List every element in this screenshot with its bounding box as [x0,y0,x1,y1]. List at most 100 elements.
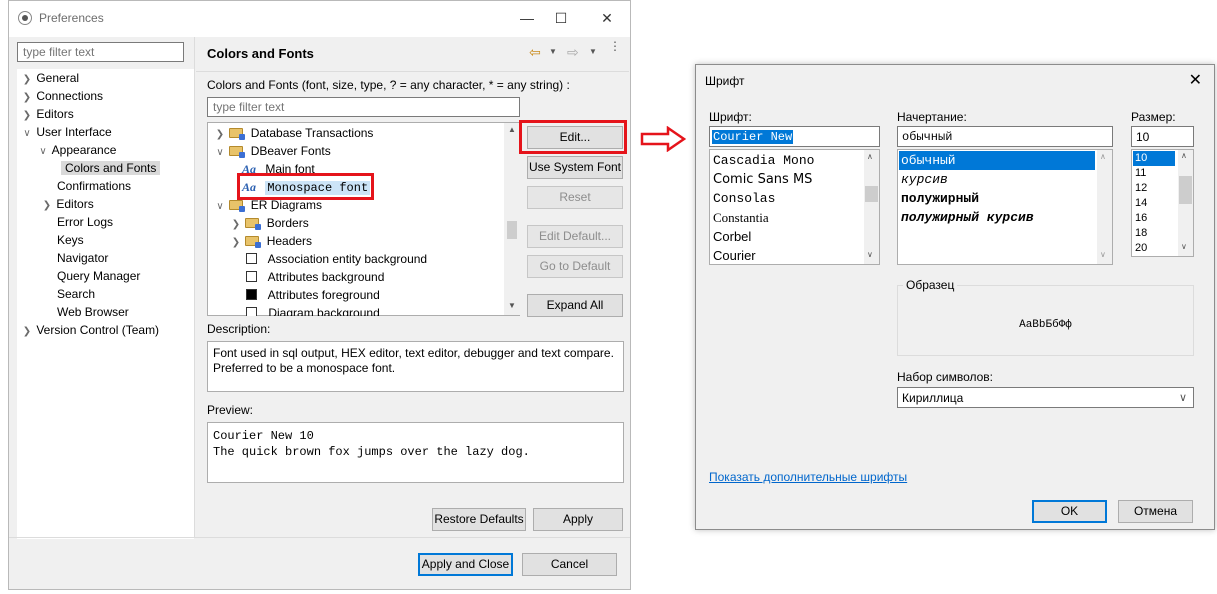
chevron-down-icon[interactable]: ∨ [1179,391,1187,404]
size-input[interactable]: 10 [1131,126,1194,147]
font-list[interactable]: Cascadia Mono Comic Sans MS Consolas Con… [709,149,880,265]
scroll-up-icon[interactable]: ∧ [1100,152,1106,161]
scroll-down-icon[interactable]: ∨ [1100,250,1106,259]
scroll-thumb[interactable] [1179,176,1192,204]
list-item[interactable]: 12 [1133,181,1147,196]
cancel-button[interactable]: Cancel [522,553,617,576]
scroll-up-icon[interactable]: ∧ [867,152,873,161]
style-list-scrollbar[interactable]: ∧ ∨ [1097,150,1112,264]
list-item[interactable]: 16 [1133,211,1147,226]
highlight-box [519,120,627,154]
scroll-thumb[interactable] [865,186,878,202]
list-item[interactable]: Cascadia Mono [711,151,814,170]
apply-button[interactable]: Apply [533,508,623,531]
color-swatch [246,307,257,316]
tree-item-error-logs[interactable]: Error Logs [57,213,113,231]
maximize-icon[interactable]: ☐ [548,7,574,29]
cancel-button[interactable]: Отмена [1118,500,1193,523]
sample-text: AaBbБбФф [1019,319,1072,331]
ok-button[interactable]: OK [1032,500,1107,523]
tree-filter-input[interactable] [17,42,184,62]
list-item[interactable]: 20 [1133,241,1147,256]
tree-item-ui-editors[interactable]: ❯ Editors [41,195,94,213]
chevron-down-icon[interactable]: ∨ [21,125,33,143]
list-item[interactable]: Corbel [711,227,751,246]
close-icon[interactable]: ✕ [1189,70,1202,90]
font-tree-item[interactable]: ❯ Database Transactions [214,124,373,142]
list-item[interactable]: полужирный [899,189,979,208]
tree-item-appearance[interactable]: ∨ Appearance [37,141,116,159]
apply-and-close-button[interactable]: Apply and Close [418,553,513,576]
red-arrow-icon [640,126,686,152]
tree-item-search[interactable]: Search [57,285,95,303]
list-item[interactable]: Comic Sans MS [711,170,812,189]
scroll-up-icon[interactable]: ∧ [1181,151,1187,160]
back-dropdown-icon[interactable]: ▼ [549,47,557,56]
list-item[interactable]: 18 [1133,226,1147,241]
scroll-thumb[interactable] [507,221,517,239]
chevron-right-icon[interactable]: ❯ [230,234,242,252]
list-item[interactable]: Consolas [711,189,775,208]
folder-icon [245,218,262,230]
charset-select[interactable]: Кириллица ∨ [897,387,1194,408]
font-tree-item[interactable]: ❯ Borders [230,214,309,232]
scroll-down-icon[interactable]: ∨ [1181,242,1187,251]
chevron-down-icon[interactable]: ∨ [37,143,49,161]
view-menu-icon[interactable]: ⋮ [609,40,621,52]
tree-item-editors[interactable]: ❯ Editors [21,105,74,123]
scroll-down-icon[interactable]: ▼ [508,301,516,310]
font-tree-item[interactable]: ∨ DBeaver Fonts [214,142,331,160]
list-item[interactable]: 11 [1133,166,1146,181]
size-list-scrollbar[interactable]: ∧ ∨ [1178,150,1193,256]
tree-item-colors-and-fonts[interactable]: Colors and Fonts [61,159,161,177]
style-list[interactable]: обычный курсив полужирный полужирный кур… [897,149,1113,265]
tree-item-navigator[interactable]: Navigator [57,249,108,267]
list-item[interactable]: Courier [711,246,756,264]
show-more-fonts-link[interactable]: Показать дополнительные шрифты [709,470,907,484]
close-icon[interactable]: ✕ [594,7,620,29]
expand-all-button[interactable]: Expand All [527,294,623,317]
chevron-down-icon[interactable]: ∨ [214,144,226,162]
header-divider [196,71,629,72]
font-list-scrollbar[interactable]: ∧ ∨ [864,150,879,264]
size-list[interactable]: 10 11 12 14 16 18 20 ∧ ∨ [1131,149,1194,257]
fonts-filter-input[interactable] [207,97,520,117]
chevron-down-icon[interactable]: ∨ [214,198,226,216]
tree-item-connections[interactable]: ❯ Connections [21,87,103,105]
dialog-title: Шрифт [705,74,745,88]
scroll-up-icon[interactable]: ▲ [508,125,516,134]
reset-button[interactable]: Reset [527,186,623,209]
font-tree-item[interactable]: Attributes background [246,268,384,286]
tree-item-confirmations[interactable]: Confirmations [57,177,131,195]
font-tree-scrollbar[interactable]: ▲ ▼ [504,123,520,315]
font-tree-item[interactable]: Attributes foreground [246,286,380,304]
use-system-font-button[interactable]: Use System Font [527,156,623,179]
list-item[interactable]: 10 [1133,151,1175,166]
back-arrow-icon[interactable]: ⇦ [529,44,541,61]
tree-item-query-manager[interactable]: Query Manager [57,267,140,285]
list-item[interactable]: курсив [899,170,948,189]
tree-item-general[interactable]: ❯ General [21,69,79,87]
forward-arrow-icon[interactable]: ⇨ [567,44,579,61]
chevron-right-icon[interactable]: ❯ [21,323,33,341]
list-item[interactable]: 14 [1133,196,1147,211]
minimize-icon[interactable]: — [514,7,540,29]
tree-item-keys[interactable]: Keys [57,231,84,249]
font-tree-item[interactable]: Diagram background [246,304,380,316]
scroll-down-icon[interactable]: ∨ [867,250,873,259]
font-name-input[interactable]: Courier New [709,126,880,147]
font-tree-item[interactable]: Association entity background [246,250,427,268]
style-input[interactable]: обычный [897,126,1113,147]
tree-item-user-interface[interactable]: ∨ User Interface [21,123,111,143]
font-tree-item[interactable]: ❯ Headers [230,232,312,250]
chevron-right-icon[interactable]: ❯ [41,197,53,215]
tree-item-web-browser[interactable]: Web Browser [57,303,129,321]
list-item[interactable]: Constantia [711,208,769,227]
edit-default-button[interactable]: Edit Default... [527,225,623,248]
tree-item-version-control[interactable]: ❯ Version Control (Team) [21,321,159,339]
forward-dropdown-icon[interactable]: ▼ [589,47,597,56]
list-item[interactable]: полужирный курсив [899,208,1034,227]
list-item[interactable]: обычный [899,151,1095,170]
restore-defaults-button[interactable]: Restore Defaults [432,508,526,531]
go-to-default-button[interactable]: Go to Default [527,255,623,278]
